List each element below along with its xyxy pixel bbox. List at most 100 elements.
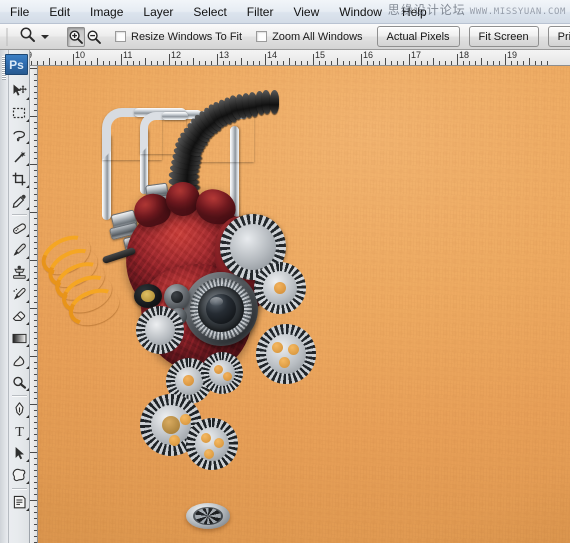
ruler-label: 15: [315, 50, 326, 60]
photoshop-logo: Ps: [5, 54, 28, 75]
tool-more-indicator: [26, 119, 29, 122]
ruler-minor-tick: [34, 80, 37, 81]
print-size-button[interactable]: Print Size: [547, 26, 570, 47]
ruler-minor-tick: [205, 61, 206, 65]
zoom-out-button[interactable]: [85, 27, 103, 47]
gradient-tool[interactable]: [9, 327, 30, 349]
ruler-major-tick: [30, 452, 37, 453]
path-selection-tool[interactable]: [9, 442, 30, 464]
ruler-minor-tick: [34, 518, 37, 519]
ruler-minor-tick: [43, 61, 44, 65]
fit-screen-button[interactable]: Fit Screen: [468, 26, 539, 47]
watermark-url: WWW.MISSYUAN.COM: [469, 7, 566, 17]
options-bar-grip[interactable]: [6, 27, 8, 46]
menu-select[interactable]: Select: [184, 2, 235, 22]
crop-tool[interactable]: [9, 168, 30, 190]
magic-wand-tool[interactable]: [9, 146, 30, 168]
active-tool-preset[interactable]: [13, 26, 55, 48]
menu-file[interactable]: File: [1, 2, 38, 22]
ruler-minor-tick: [535, 61, 536, 65]
menu-edit[interactable]: Edit: [40, 2, 79, 22]
ruler-minor-tick: [34, 476, 37, 477]
ruler-minor-tick: [34, 386, 37, 387]
checkbox-zoom-all-windows[interactable]: Zoom All Windows: [256, 31, 363, 43]
tool-more-indicator: [26, 344, 29, 347]
ruler-minor-tick: [34, 284, 37, 285]
ruler-minor-tick: [34, 494, 37, 495]
ruler-label: 16: [363, 50, 374, 60]
toolbox-drag-handle[interactable]: [0, 50, 9, 543]
notes-tool[interactable]: [9, 491, 30, 513]
menu-window[interactable]: Window: [330, 2, 391, 22]
document-canvas[interactable]: [38, 66, 570, 543]
ruler-minor-tick: [253, 61, 254, 65]
menu-image[interactable]: Image: [81, 2, 132, 22]
watermark: 思缘设计论坛 WWW.MISSYUAN.COM: [388, 1, 566, 18]
tool-more-indicator: [26, 322, 29, 325]
ruler-minor-tick: [181, 61, 182, 65]
ruler-major-tick: [457, 54, 458, 65]
ruler-minor-tick: [34, 398, 37, 399]
clone-stamp-tool[interactable]: [9, 261, 30, 283]
horizontal-type-tool[interactable]: T: [9, 420, 30, 442]
ruler-major-tick: [169, 54, 170, 65]
ruler-minor-tick: [34, 278, 37, 279]
checkbox-box-resize[interactable]: [115, 31, 126, 42]
blur-tool[interactable]: [9, 349, 30, 371]
ruler-minor-tick: [481, 58, 482, 65]
horizontal-ruler[interactable]: 9 10 11 12 13 14 15 16 17 18 19: [30, 50, 570, 66]
actual-pixels-button[interactable]: Actual Pixels: [376, 26, 460, 47]
tool-more-indicator: [26, 508, 29, 511]
brush-tool[interactable]: [9, 239, 30, 261]
ruler-minor-tick: [34, 218, 37, 219]
ruler-minor-tick: [541, 61, 542, 65]
pen-tool[interactable]: [9, 398, 30, 420]
custom-shape-tool[interactable]: [9, 464, 30, 486]
vertical-ruler[interactable]: [30, 66, 38, 543]
ruler-minor-tick: [445, 61, 446, 65]
ruler-major-tick: [30, 500, 37, 501]
ruler-major-tick: [30, 212, 37, 213]
ruler-minor-tick: [421, 61, 422, 65]
ruler-minor-tick: [34, 236, 37, 237]
chevron-down-icon[interactable]: [41, 34, 49, 39]
ruler-minor-tick: [34, 86, 37, 87]
eyedropper-tool[interactable]: [9, 190, 30, 212]
ruler-minor-tick: [337, 58, 338, 65]
zoom-in-button[interactable]: [67, 26, 85, 47]
ruler-minor-tick: [34, 176, 37, 177]
ruler-minor-tick: [34, 98, 37, 99]
ruler-minor-tick: [235, 61, 236, 65]
healing-brush-tool[interactable]: [9, 217, 30, 239]
checkbox-box-zoom-all[interactable]: [256, 31, 268, 42]
checkbox-resize-windows-to-fit[interactable]: Resize Windows To Fit: [115, 31, 242, 43]
ruler-minor-tick: [487, 61, 488, 65]
dodge-tool[interactable]: [9, 371, 30, 393]
lasso-tool[interactable]: [9, 124, 30, 146]
ruler-minor-tick: [367, 61, 368, 65]
ruler-minor-tick: [34, 170, 37, 171]
ruler-minor-tick: [34, 194, 37, 195]
ruler-minor-tick: [385, 58, 386, 65]
rectangular-marquee-tool[interactable]: [9, 102, 30, 124]
ruler-minor-tick: [34, 434, 37, 435]
history-brush-tool[interactable]: [9, 283, 30, 305]
ruler-minor-tick: [115, 61, 116, 65]
ruler-minor-tick: [34, 158, 37, 159]
ruler-major-tick: [30, 308, 37, 309]
menu-view[interactable]: View: [284, 2, 328, 22]
tool-more-indicator: [26, 300, 29, 303]
ruler-minor-tick: [34, 146, 37, 147]
eraser-tool[interactable]: [9, 305, 30, 327]
ruler-minor-tick: [355, 61, 356, 65]
menu-filter[interactable]: Filter: [238, 2, 283, 22]
ruler-minor-tick: [34, 128, 37, 129]
ruler-major-tick: [505, 54, 506, 65]
ruler-label: 9: [30, 50, 32, 60]
ruler-minor-tick: [373, 61, 374, 65]
menu-layer[interactable]: Layer: [134, 2, 182, 22]
ruler-minor-tick: [34, 290, 37, 291]
toolbox-divider-3: [12, 488, 27, 489]
move-tool[interactable]: [9, 80, 30, 102]
ruler-minor-tick: [277, 61, 278, 65]
